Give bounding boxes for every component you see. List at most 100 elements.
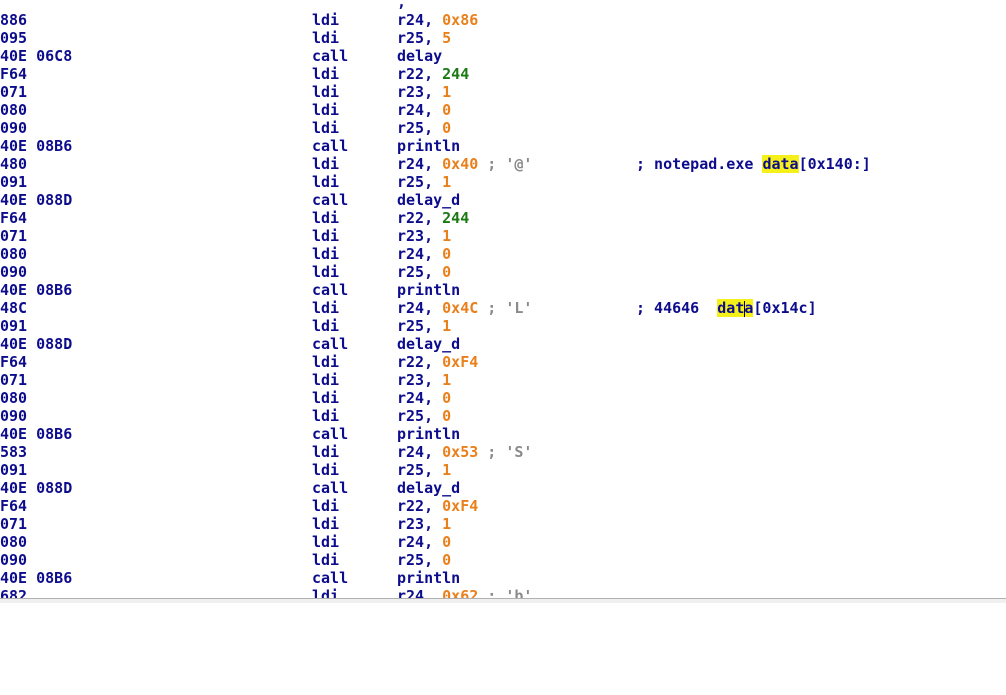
- listing-line[interactable]: 071 ldi r23, 1: [0, 227, 1006, 245]
- listing-line[interactable]: 40E 088D call delay_d: [0, 191, 1006, 209]
- address-bytes: 090: [0, 407, 28, 425]
- listing-line[interactable]: 071 ldi r23, 1: [0, 515, 1006, 533]
- listing-line[interactable]: 40E 08B6 call println: [0, 425, 1006, 443]
- operand-immediate: 244: [442, 65, 470, 83]
- instruction-operands: delay_d: [397, 479, 460, 497]
- listing-line[interactable]: 40E 08B6 call println: [0, 281, 1006, 299]
- instruction-operands: r24, 0: [397, 533, 451, 551]
- instruction-mnemonic: ldi: [312, 119, 340, 137]
- listing-line[interactable]: 48C ldi r24, 0x4C ; 'L' ; 44646 data[0x1…: [0, 299, 1006, 317]
- operand-register: r25,: [397, 407, 443, 425]
- instruction-operands: r25, 0: [397, 119, 451, 137]
- instruction-operands: println: [397, 281, 460, 299]
- instruction-mnemonic: call: [312, 335, 349, 353]
- operand-immediate: 1: [442, 317, 452, 335]
- instruction-operands: r25, 1: [397, 317, 451, 335]
- operand-register: println: [397, 425, 461, 443]
- listing-line[interactable]: ,: [0, 0, 1006, 11]
- instruction-mnemonic: ldi: [312, 461, 340, 479]
- operand-register: r23,: [397, 371, 443, 389]
- address-bytes: 40E 08B6: [0, 569, 73, 587]
- listing-line[interactable]: 090 ldi r25, 0: [0, 407, 1006, 425]
- listing-line[interactable]: F64 ldi r22, 0xF4: [0, 353, 1006, 371]
- operand-register: r25,: [397, 317, 443, 335]
- listing-line[interactable]: 095 ldi r25, 5: [0, 29, 1006, 47]
- address-bytes: 080: [0, 101, 28, 119]
- char-comment: ; 'L': [478, 299, 533, 317]
- listing-line[interactable]: 090 ldi r25, 0: [0, 551, 1006, 569]
- address-bytes: F64: [0, 353, 28, 371]
- instruction-mnemonic: ldi: [312, 101, 340, 119]
- listing-line[interactable]: F64 ldi r22, 0xF4: [0, 497, 1006, 515]
- instruction-operands: r23, 1: [397, 227, 451, 245]
- address-bytes: 40E 08B6: [0, 281, 73, 299]
- instruction-mnemonic: call: [312, 191, 349, 209]
- instruction-operands: delay_d: [397, 191, 460, 209]
- instruction-operands: r23, 1: [397, 83, 451, 101]
- listing-line[interactable]: 40E 08B6 call println: [0, 137, 1006, 155]
- instruction-operands: r25, 0: [397, 263, 451, 281]
- listing-line[interactable]: 071 ldi r23, 1: [0, 371, 1006, 389]
- listing-line[interactable]: 40E 088D call delay_d: [0, 479, 1006, 497]
- instruction-mnemonic: ldi: [312, 407, 340, 425]
- operand-immediate: 0x86: [442, 11, 479, 29]
- instruction-operands: r23, 1: [397, 371, 451, 389]
- char-comment: ; 'S': [478, 443, 533, 461]
- bottom-strip: [0, 599, 1006, 603]
- instruction-operands: r25, 1: [397, 461, 451, 479]
- operand-register: r24,: [397, 533, 443, 551]
- operand-register: r25,: [397, 263, 443, 281]
- disassembly-listing[interactable]: , 886 ldi r24, 0x86 095 ldi r25, 5 40E 0…: [0, 0, 1006, 605]
- listing-line[interactable]: 40E 06C8 call delay: [0, 47, 1006, 65]
- listing-line[interactable]: 091 ldi r25, 1: [0, 173, 1006, 191]
- instruction-operands: r23, 1: [397, 515, 451, 533]
- comment-text: ; notepad.exe: [636, 155, 763, 173]
- instruction-operands: r25, 0: [397, 407, 451, 425]
- address-bytes: 095: [0, 29, 28, 47]
- operand-immediate: 0x40: [442, 155, 479, 173]
- instruction-mnemonic: call: [312, 47, 349, 65]
- instruction-mnemonic: call: [312, 137, 349, 155]
- instruction-operands: println: [397, 137, 460, 155]
- search-highlight[interactable]: data: [717, 299, 754, 317]
- operand-immediate: 0: [442, 533, 452, 551]
- listing-line[interactable]: 886 ldi r24, 0x86: [0, 11, 1006, 29]
- listing-line[interactable]: 40E 088D call delay_d: [0, 335, 1006, 353]
- instruction-mnemonic: ldi: [312, 389, 340, 407]
- address-bytes: 886: [0, 11, 28, 29]
- listing-line[interactable]: F64 ldi r22, 244: [0, 65, 1006, 83]
- operand-immediate: 0: [442, 119, 452, 137]
- address-bytes: 48C: [0, 299, 28, 317]
- operand-register: r23,: [397, 515, 443, 533]
- instruction-operands: r25, 5: [397, 29, 451, 47]
- line-comment: ; notepad.exe data[0x140:]: [636, 155, 871, 173]
- operand-register: delay_d: [397, 191, 461, 209]
- comment-suffix: [0x140:]: [798, 155, 871, 173]
- listing-line[interactable]: 071 ldi r23, 1: [0, 83, 1006, 101]
- operand-register: r22,: [397, 209, 443, 227]
- listing-line[interactable]: F64 ldi r22, 244: [0, 209, 1006, 227]
- listing-line[interactable]: 480 ldi r24, 0x40 ; '@' ; notepad.exe da…: [0, 155, 1006, 173]
- listing-line[interactable]: 080 ldi r24, 0: [0, 101, 1006, 119]
- operand-register: r22,: [397, 353, 443, 371]
- operand-register: r25,: [397, 29, 443, 47]
- listing-line[interactable]: 40E 08B6 call println: [0, 569, 1006, 587]
- address-bytes: 40E 088D: [0, 191, 73, 209]
- address-bytes: 090: [0, 551, 28, 569]
- operand-immediate: 1: [442, 515, 452, 533]
- listing-line[interactable]: 080 ldi r24, 0: [0, 533, 1006, 551]
- address-bytes: 40E 088D: [0, 335, 73, 353]
- listing-line[interactable]: 090 ldi r25, 0: [0, 263, 1006, 281]
- operand-immediate: 0: [442, 245, 452, 263]
- line-comment: ; 44646 data[0x14c]: [636, 299, 817, 317]
- listing-line[interactable]: 080 ldi r24, 0: [0, 245, 1006, 263]
- operand-register: println: [397, 569, 461, 587]
- listing-line[interactable]: 091 ldi r25, 1: [0, 461, 1006, 479]
- operand-immediate: 1: [442, 371, 452, 389]
- listing-line[interactable]: 091 ldi r25, 1: [0, 317, 1006, 335]
- listing-line[interactable]: 583 ldi r24, 0x53 ; 'S': [0, 443, 1006, 461]
- instruction-mnemonic: ldi: [312, 209, 340, 227]
- listing-line[interactable]: 090 ldi r25, 0: [0, 119, 1006, 137]
- listing-line[interactable]: 080 ldi r24, 0: [0, 389, 1006, 407]
- search-highlight[interactable]: data: [762, 155, 799, 173]
